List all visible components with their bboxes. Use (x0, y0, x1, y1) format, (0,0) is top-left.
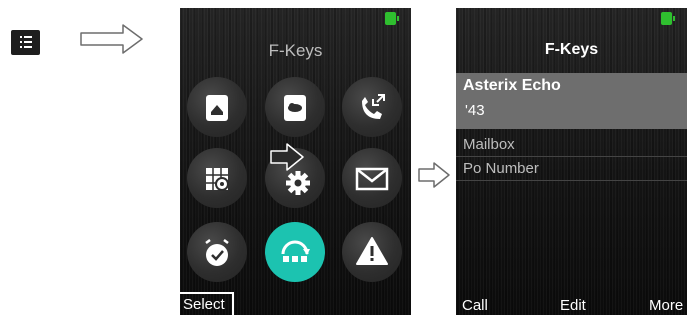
f-keys-icon[interactable] (265, 222, 325, 282)
right-outline-arrow-icon (80, 24, 143, 54)
list-item-mailbox[interactable]: Mailbox (456, 134, 687, 157)
contact-number: '43 (465, 102, 485, 119)
warning-icon[interactable] (342, 222, 402, 282)
call-softkey[interactable]: Call (462, 297, 488, 314)
edit-softkey[interactable]: Edit (560, 297, 586, 314)
local-phonebook-icon[interactable] (265, 77, 325, 137)
menu-key-icon[interactable] (11, 30, 40, 55)
more-softkey[interactable]: More (649, 297, 683, 314)
settings-grid-icon[interactable] (187, 148, 247, 208)
battery-icon (661, 12, 675, 25)
right-outline-arrow-icon (418, 162, 450, 188)
call-log-icon[interactable] (342, 77, 402, 137)
message-envelope-icon[interactable] (342, 148, 402, 208)
battery-icon (385, 12, 399, 25)
pointer-arrow-icon (270, 143, 304, 171)
menu-title: F-Keys (268, 41, 323, 60)
list-item-po-number[interactable]: Po Number (456, 158, 687, 181)
contact-name: Asterix Echo (463, 77, 561, 94)
main-menu-screen: F-Keys Select (180, 8, 411, 315)
f-keys-screen: F-Keys Asterix Echo '43 Mailbox Po Numbe… (456, 8, 687, 315)
contacts-book-icon[interactable] (187, 77, 247, 137)
select-softkey[interactable]: Select (180, 292, 234, 315)
alarm-clock-icon[interactable] (187, 222, 247, 282)
f-keys-title: F-Keys (544, 41, 599, 58)
list-item-selected[interactable]: Asterix Echo '43 (456, 73, 687, 129)
